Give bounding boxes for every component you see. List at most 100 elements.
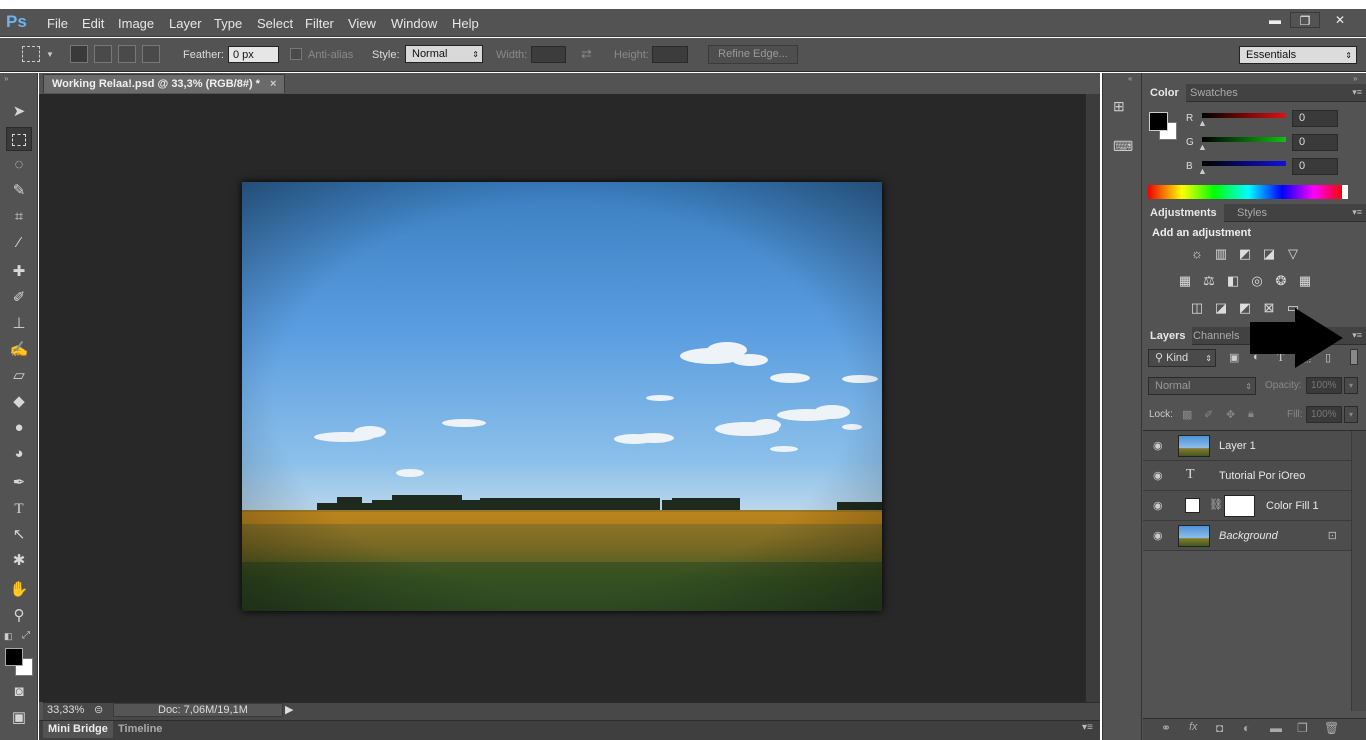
minimize-button[interactable]: ▬ — [1260, 12, 1290, 28]
paint-bucket-tool-icon[interactable]: ◆ — [6, 390, 32, 414]
share-icon[interactable]: ⊜ — [94, 703, 103, 716]
restore-button[interactable]: ❐ — [1290, 12, 1320, 28]
tab-styles[interactable]: Styles — [1230, 204, 1274, 222]
layer-mask-thumbnail[interactable] — [1224, 495, 1255, 517]
collapse-icon[interactable]: « — [1128, 74, 1132, 83]
photo-filter-icon[interactable]: ◎ — [1249, 274, 1265, 288]
play-icon[interactable]: ▶ — [285, 703, 293, 716]
refine-edge-button[interactable]: Refine Edge... — [708, 45, 798, 64]
slider-thumb-icon[interactable]: ▲ — [1198, 142, 1207, 152]
eye-icon[interactable]: ◉ — [1153, 529, 1167, 543]
intersect-selection-icon[interactable] — [142, 45, 160, 63]
black-white-icon[interactable]: ◧ — [1225, 274, 1241, 288]
levels-icon[interactable]: ▥ — [1213, 247, 1229, 261]
layer-row[interactable]: ◉ Background ⊡ — [1143, 521, 1351, 551]
posterize-icon[interactable]: ◪ — [1213, 301, 1229, 315]
panel-menu-icon[interactable]: ▾≡ — [1082, 722, 1093, 733]
opacity-input[interactable]: 100% — [1306, 377, 1342, 394]
fx-icon[interactable]: fx — [1189, 721, 1198, 733]
path-selection-tool-icon[interactable]: ↖ — [6, 523, 32, 547]
menu-type[interactable]: Type — [214, 16, 242, 31]
workspace-select[interactable]: Essentials ⇕ — [1239, 46, 1357, 64]
channel-g-slider[interactable] — [1202, 137, 1286, 142]
document-image[interactable] — [242, 182, 882, 611]
link-layers-icon[interactable]: ⚭ — [1161, 721, 1171, 735]
vertical-scrollbar[interactable] — [1085, 94, 1100, 702]
filter-pixel-icon[interactable]: ▣ — [1229, 351, 1239, 364]
foreground-color-swatch[interactable] — [5, 648, 23, 666]
new-selection-icon[interactable] — [70, 45, 88, 63]
add-mask-icon[interactable]: ◘ — [1216, 721, 1223, 735]
subtract-selection-icon[interactable] — [118, 45, 136, 63]
swap-colors-icon[interactable]: ⤢ — [22, 630, 30, 641]
eye-icon[interactable]: ◉ — [1153, 439, 1167, 453]
tab-timeline[interactable]: Timeline — [113, 721, 167, 738]
menu-view[interactable]: View — [348, 16, 376, 31]
tab-color[interactable]: Color — [1143, 84, 1186, 102]
expand-panels-icon[interactable]: » — [1353, 74, 1357, 83]
slider-thumb-icon[interactable]: ▲ — [1198, 118, 1207, 128]
layer-row[interactable]: ◉ T Tutorial Por iOreo — [1143, 461, 1351, 491]
eye-icon[interactable]: ◉ — [1153, 499, 1167, 513]
close-tab-icon[interactable]: × — [270, 78, 276, 90]
fill-swatch[interactable] — [1185, 498, 1200, 513]
lock-transparent-icon[interactable]: ▩ — [1182, 408, 1192, 421]
hand-tool-icon[interactable]: ✋ — [6, 578, 32, 602]
healing-brush-tool-icon[interactable]: ✚ — [6, 260, 32, 284]
slider-thumb-icon[interactable]: ▲ — [1198, 166, 1207, 176]
tab-swatches[interactable]: Swatches — [1183, 84, 1245, 102]
antialias-checkbox[interactable] — [290, 48, 302, 60]
document-tab[interactable]: Working Relaa!.psd @ 33,3% (RGB/8#) * × — [43, 74, 286, 93]
brightness-contrast-icon[interactable]: ☼ — [1189, 247, 1205, 261]
marquee-preset-icon[interactable] — [22, 46, 40, 62]
swap-icon[interactable]: ⇄ — [581, 46, 592, 62]
history-brush-tool-icon[interactable]: ✍ — [6, 338, 32, 362]
layer-row[interactable]: ◉ Layer 1 — [1143, 431, 1351, 461]
crop-tool-icon[interactable]: ⌗ — [6, 205, 32, 229]
feather-input[interactable]: 0 px — [228, 46, 279, 63]
brush-tool-icon[interactable]: ✐ — [6, 286, 32, 310]
menu-edit[interactable]: Edit — [82, 16, 104, 31]
blur-tool-icon[interactable]: ● — [6, 416, 32, 440]
quick-mask-icon[interactable]: ◙ — [6, 680, 32, 704]
filter-kind-select[interactable]: ⚲ Kind ⇕ — [1148, 349, 1216, 367]
layer-row[interactable]: ◉ ⛓ Color Fill 1 — [1143, 491, 1351, 521]
menu-image[interactable]: Image — [118, 16, 154, 31]
layer-name[interactable]: Color Fill 1 — [1266, 500, 1319, 512]
foreground-color-swatch[interactable] — [1149, 112, 1168, 131]
menu-filter[interactable]: Filter — [305, 16, 334, 31]
lock-image-icon[interactable]: ✐ — [1204, 408, 1213, 421]
properties-panel-icon[interactable]: ⌨ — [1113, 138, 1133, 155]
tab-channels[interactable]: Channels — [1186, 327, 1246, 345]
tab-adjustments[interactable]: Adjustments — [1143, 204, 1224, 222]
move-tool-icon[interactable]: ➤ — [6, 100, 32, 124]
layer-name[interactable]: Background — [1219, 530, 1278, 542]
eye-icon[interactable]: ◉ — [1153, 469, 1167, 483]
color-balance-icon[interactable]: ⚖ — [1201, 274, 1217, 288]
pen-tool-icon[interactable]: ✒ — [6, 471, 32, 495]
menu-file[interactable]: File — [47, 16, 68, 31]
history-panel-icon[interactable]: ⊞ — [1113, 98, 1125, 115]
eraser-tool-icon[interactable]: ▱ — [6, 364, 32, 388]
panel-menu-icon[interactable]: ▾≡ — [1352, 207, 1362, 218]
filter-toggle[interactable] — [1350, 349, 1358, 365]
channel-r-input[interactable]: 0 — [1292, 110, 1338, 127]
menu-help[interactable]: Help — [452, 16, 479, 31]
fill-dropdown-icon[interactable]: ▾ — [1344, 406, 1358, 423]
dodge-tool-icon[interactable]: ◕ — [6, 442, 32, 466]
exposure-icon[interactable]: ◪ — [1261, 247, 1277, 261]
style-select[interactable]: Normal ⇕ — [405, 45, 483, 63]
menu-layer[interactable]: Layer — [169, 16, 202, 31]
tab-mini-bridge[interactable]: Mini Bridge — [43, 721, 113, 738]
height-input[interactable] — [652, 46, 688, 63]
new-group-icon[interactable]: ▬ — [1270, 721, 1282, 735]
curves-icon[interactable]: ◩ — [1237, 247, 1253, 261]
close-button[interactable]: ✕ — [1322, 12, 1358, 28]
fill-input[interactable]: 100% — [1306, 406, 1342, 423]
delete-layer-icon[interactable]: 🗑︎ — [1324, 721, 1339, 735]
channel-b-input[interactable]: 0 — [1292, 158, 1338, 175]
default-colors-icon[interactable]: ◧ — [4, 631, 13, 642]
layers-scrollbar[interactable] — [1351, 431, 1366, 711]
eyedropper-tool-icon[interactable]: ⁄ — [6, 231, 32, 255]
custom-shape-tool-icon[interactable]: ✱ — [6, 549, 32, 573]
